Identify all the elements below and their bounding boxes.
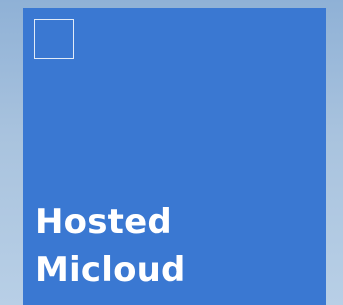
square-outline-icon: [34, 19, 74, 59]
hosted-micloud-tile[interactable]: Hosted Micloud: [23, 8, 326, 305]
tile-label: Hosted Micloud: [35, 198, 315, 294]
tile-label-line-1: Hosted: [35, 202, 172, 242]
tile-label-line-2: Micloud: [35, 250, 186, 290]
